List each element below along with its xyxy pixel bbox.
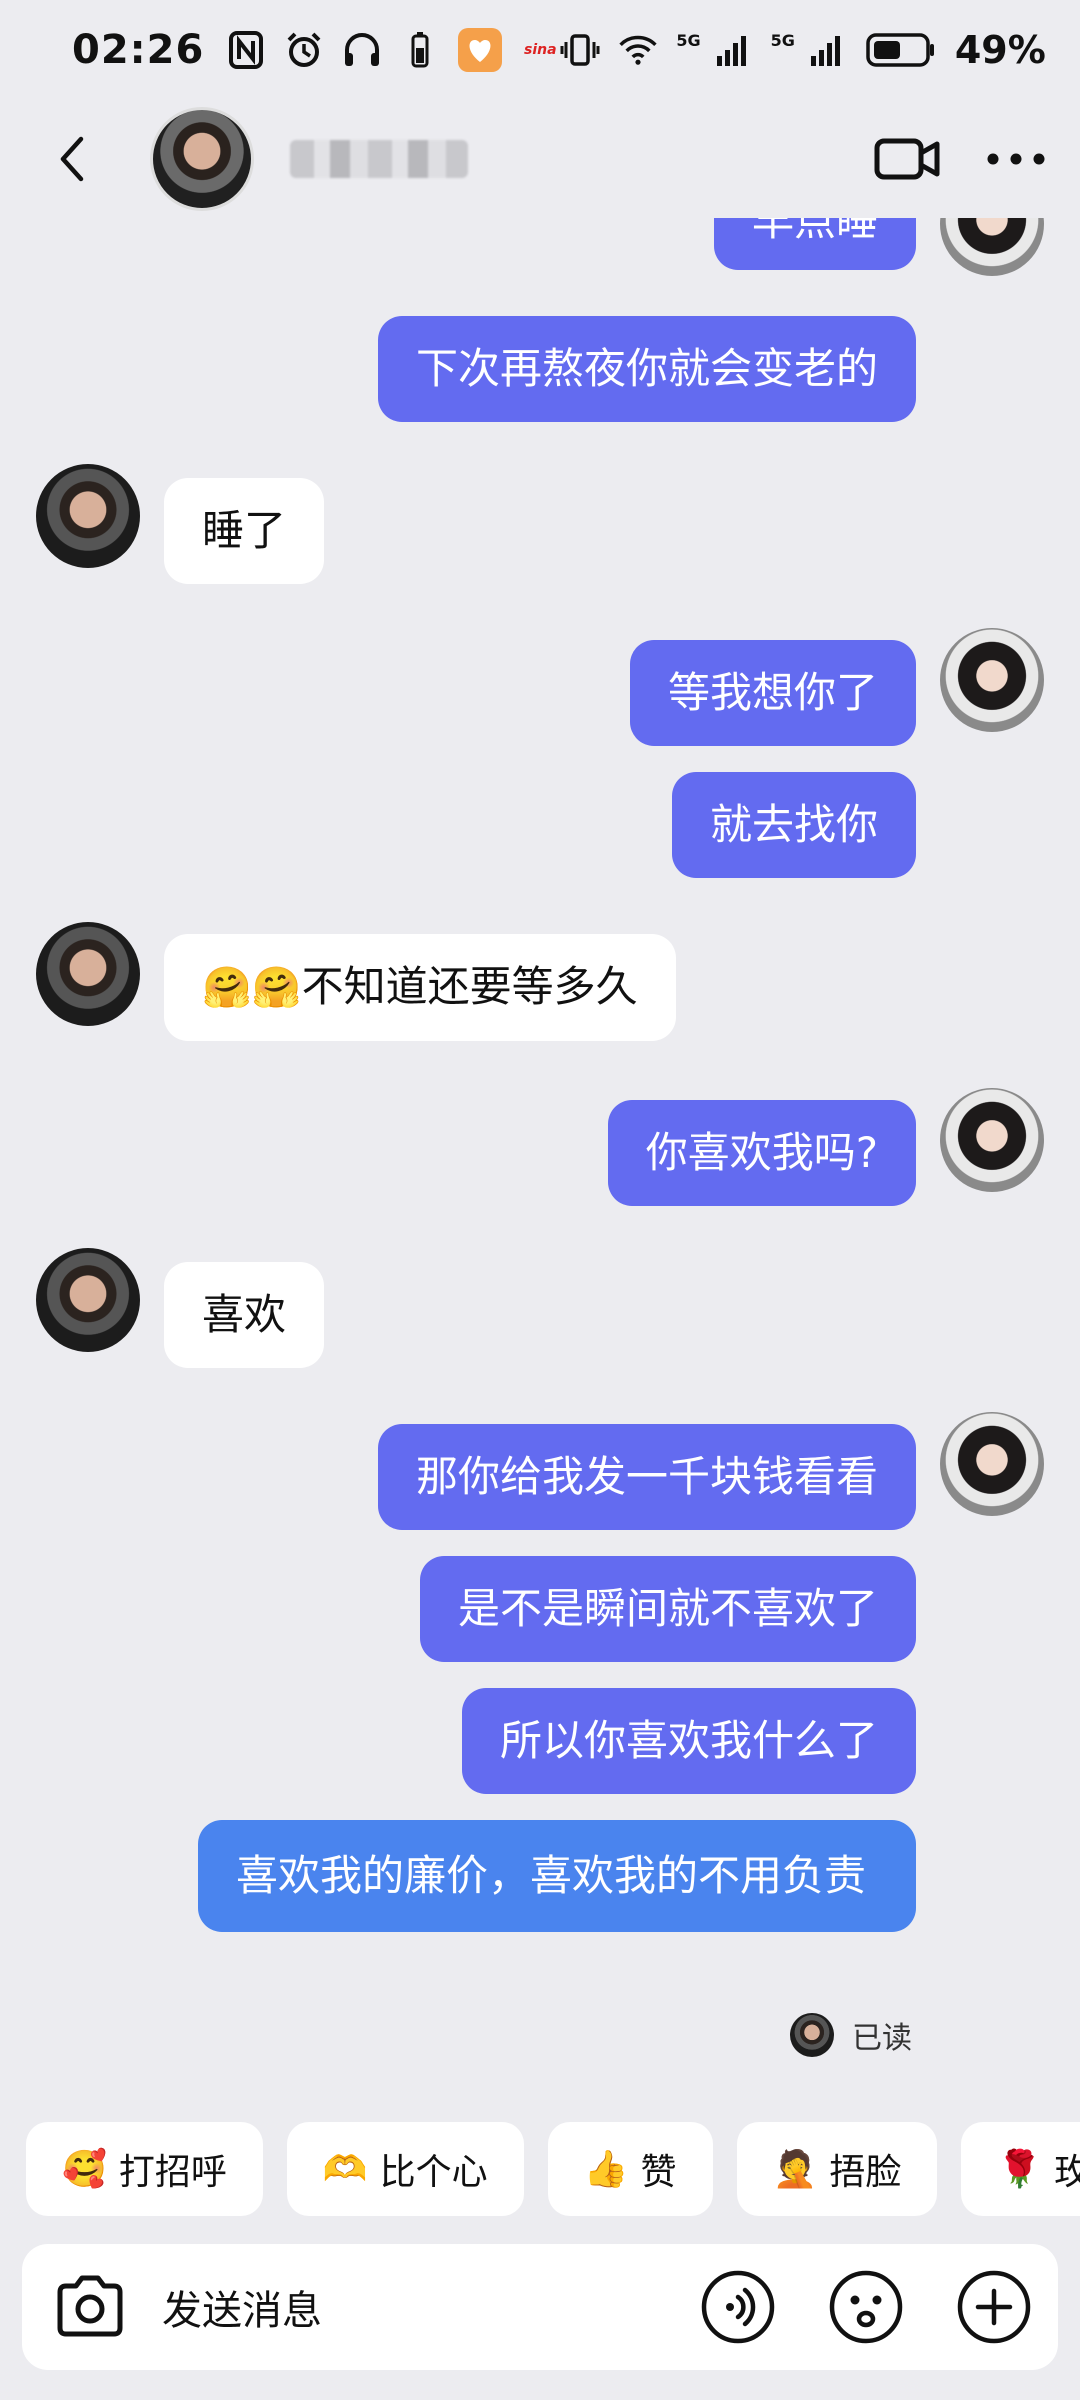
contact-avatar[interactable] bbox=[150, 107, 254, 211]
voice-button[interactable] bbox=[700, 2269, 776, 2345]
my-avatar[interactable] bbox=[940, 1412, 1044, 1516]
message-bubble-in[interactable]: 喜欢 bbox=[164, 1262, 325, 1368]
message-bubble-in[interactable]: 睡了 bbox=[164, 478, 325, 584]
battery-icon bbox=[865, 30, 937, 70]
message-bubble-out[interactable]: 是不是瞬间就不喜欢了 bbox=[419, 1556, 916, 1662]
quick-reply-facepalm[interactable]: 🤦 捂脸 bbox=[736, 2122, 938, 2216]
health-app-icon bbox=[458, 28, 503, 72]
chip-label: 玫 bbox=[1054, 2152, 1080, 2193]
my-avatar[interactable] bbox=[940, 1088, 1044, 1192]
camera-button[interactable] bbox=[48, 2265, 132, 2349]
quick-reply-rose[interactable]: 🌹 玫 bbox=[961, 2122, 1080, 2216]
contact-avatar-in-chat[interactable] bbox=[36, 464, 140, 568]
status-right: 5G 5G 49% bbox=[560, 28, 1046, 72]
wifi-icon bbox=[618, 30, 658, 70]
signal-icon-1 bbox=[713, 30, 753, 70]
message-bubble-in[interactable]: 🤗🤗不知道还要等多久 bbox=[164, 934, 676, 1041]
chip-label: 打招呼 bbox=[118, 2152, 227, 2193]
message-text: 不知道还要等多久 bbox=[301, 962, 638, 1011]
my-avatar[interactable] bbox=[940, 218, 1044, 276]
thumbs-up-emoji-icon: 👍 bbox=[583, 2149, 629, 2190]
read-receipt: 已读 bbox=[790, 2013, 912, 2057]
signal-icon-2 bbox=[807, 30, 847, 70]
rose-emoji-icon: 🌹 bbox=[997, 2149, 1043, 2190]
contact-avatar-in-chat[interactable] bbox=[36, 922, 140, 1026]
chip-label: 捂脸 bbox=[829, 2152, 902, 2193]
contact-name-blurred[interactable] bbox=[290, 140, 468, 178]
network-label-2: 5G bbox=[770, 30, 795, 50]
hug-emoji: 🤗🤗 bbox=[202, 965, 302, 1011]
message-input-bar: 发送消息 bbox=[22, 2244, 1058, 2370]
message-bubble-out[interactable]: 等我想你了 bbox=[629, 640, 916, 746]
message-input[interactable]: 发送消息 bbox=[162, 2278, 700, 2336]
emoji-face-icon bbox=[829, 2270, 903, 2344]
back-arrow-icon bbox=[60, 136, 84, 182]
quick-reply-heart[interactable]: 🫶 比个心 bbox=[286, 2122, 524, 2216]
sina-app-icon: sina bbox=[520, 30, 560, 70]
heart-hands-emoji-icon: 🫶 bbox=[322, 2149, 368, 2190]
headphones-icon bbox=[342, 30, 382, 70]
message-bubble-out[interactable]: 你喜欢我吗? bbox=[607, 1100, 916, 1206]
input-actions bbox=[700, 2269, 1032, 2345]
contact-avatar-in-chat[interactable] bbox=[36, 1248, 140, 1352]
read-label: 已读 bbox=[852, 2021, 912, 2056]
chip-label: 比个心 bbox=[379, 2152, 488, 2193]
status-time: 02:26 bbox=[72, 27, 205, 73]
alarm-icon bbox=[284, 30, 324, 70]
voice-icon bbox=[701, 2270, 775, 2344]
more-icon bbox=[987, 153, 1045, 165]
greet-emoji-icon: 🥰 bbox=[62, 2149, 107, 2190]
nfc-icon bbox=[226, 30, 266, 70]
facepalm-emoji-icon: 🤦 bbox=[772, 2149, 818, 2190]
emoji-button[interactable] bbox=[828, 2269, 904, 2345]
sina-label: sina bbox=[524, 42, 557, 58]
add-button[interactable] bbox=[956, 2269, 1032, 2345]
back-button[interactable] bbox=[44, 131, 100, 187]
message-bubble-out[interactable]: 喜欢我的廉价，喜欢我的不用负责 bbox=[198, 1820, 916, 1932]
message-bubble-out[interactable]: 下次再熬夜你就会变老的 bbox=[377, 316, 916, 422]
vibrate-icon bbox=[560, 30, 600, 70]
more-button[interactable] bbox=[986, 152, 1046, 166]
message-bubble-out[interactable]: 就去找你 bbox=[671, 772, 916, 878]
header-actions bbox=[874, 137, 1046, 181]
message-bubble-out[interactable]: 所以你喜欢我什么了 bbox=[461, 1688, 916, 1794]
message-bubble-out[interactable]: 早点睡 bbox=[713, 218, 916, 270]
network-label-1: 5G bbox=[676, 30, 701, 50]
quick-reply-like[interactable]: 👍 赞 bbox=[547, 2122, 713, 2216]
video-call-icon bbox=[874, 138, 940, 180]
video-call-button[interactable] bbox=[874, 137, 940, 181]
plus-icon bbox=[957, 2270, 1031, 2344]
status-left-icons: sina bbox=[226, 28, 560, 72]
quick-reply-bar: 🥰 打招呼 🫶 比个心 👍 赞 🤦 捂脸 🌹 玫 bbox=[0, 2122, 1080, 2216]
read-avatar bbox=[790, 2013, 834, 2057]
camera-icon bbox=[57, 2275, 123, 2337]
chat-header bbox=[0, 100, 1080, 218]
battery-percentage: 49% bbox=[954, 28, 1046, 72]
my-avatar[interactable] bbox=[940, 628, 1044, 732]
message-list[interactable]: 早点睡 下次再熬夜你就会变老的 睡了 等我想你了 就去找你 🤗🤗不知道还要等多久… bbox=[0, 218, 1080, 2068]
message-bubble-out[interactable]: 那你给我发一千块钱看看 bbox=[377, 1424, 916, 1530]
quick-reply-greet[interactable]: 🥰 打招呼 bbox=[26, 2122, 263, 2216]
chip-label: 赞 bbox=[640, 2152, 677, 2193]
status-bar: 02:26 sina 5G 5G 49% bbox=[0, 0, 1080, 100]
headphone-battery-icon bbox=[400, 30, 440, 70]
